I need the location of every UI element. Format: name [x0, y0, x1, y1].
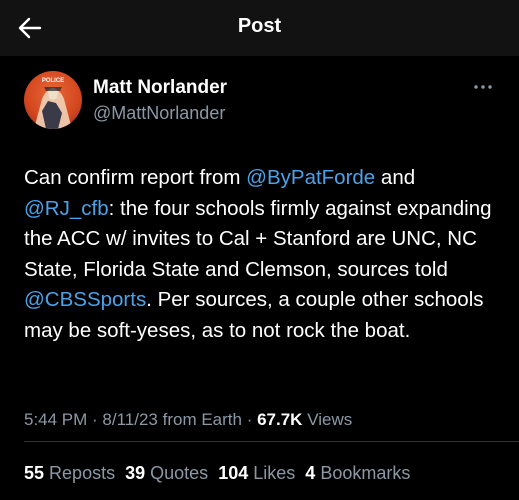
views-label: Views — [302, 410, 353, 429]
author-handle[interactable]: @MattNorlander — [93, 103, 225, 124]
tweet-text-part: Can confirm report from — [24, 166, 247, 189]
quotes-count: 39 — [125, 463, 146, 483]
avatar-image: POLICE — [24, 71, 82, 129]
tweet-meta: 5:44 PM · 8/11/23 from Earth · 67.7K Vie… — [24, 410, 352, 430]
likes-count: 104 — [218, 463, 249, 483]
more-options-button[interactable] — [472, 80, 494, 94]
likes-label: Likes — [253, 463, 296, 483]
reposts-count: 55 — [24, 463, 45, 483]
author-display-name[interactable]: Matt Norlander — [93, 77, 227, 99]
quotes-label: Quotes — [150, 463, 209, 483]
tweet-text: Can confirm report from @ByPatForde and … — [24, 163, 500, 346]
tweet-source: from Earth — [157, 410, 242, 429]
bookmarks-count: 4 — [305, 463, 316, 483]
bookmarks-label: Bookmarks — [320, 463, 411, 483]
page-title: Post — [237, 15, 282, 37]
top-bar: Post — [0, 0, 519, 56]
mention-link[interactable]: @RJ_cfb — [24, 197, 109, 220]
divider — [24, 441, 519, 442]
more-horizontal-icon — [474, 85, 492, 89]
tweet-text-part: and — [375, 166, 416, 189]
engagement-stats: 55 Reposts 39 Quotes 104 Likes 4 Bookmar… — [24, 463, 410, 484]
avatar-logo-text: POLICE — [42, 78, 64, 84]
mention-link[interactable]: @CBSSports — [24, 288, 146, 311]
tweet-time[interactable]: 5:44 PM — [24, 410, 87, 429]
tweet-date[interactable]: 8/11/23 — [102, 410, 157, 429]
reposts-stat[interactable]: 55 Reposts — [24, 463, 115, 484]
views-count: 67.7K — [257, 410, 303, 429]
bookmarks-stat[interactable]: 4 Bookmarks — [305, 463, 410, 484]
meta-separator: · — [87, 410, 103, 429]
mention-link[interactable]: @ByPatForde — [246, 166, 375, 189]
meta-separator: · — [241, 410, 258, 429]
reposts-label: Reposts — [49, 463, 116, 483]
quotes-stat[interactable]: 39 Quotes — [125, 463, 208, 484]
avatar[interactable]: POLICE — [24, 71, 82, 129]
likes-stat[interactable]: 104 Likes — [218, 463, 295, 484]
